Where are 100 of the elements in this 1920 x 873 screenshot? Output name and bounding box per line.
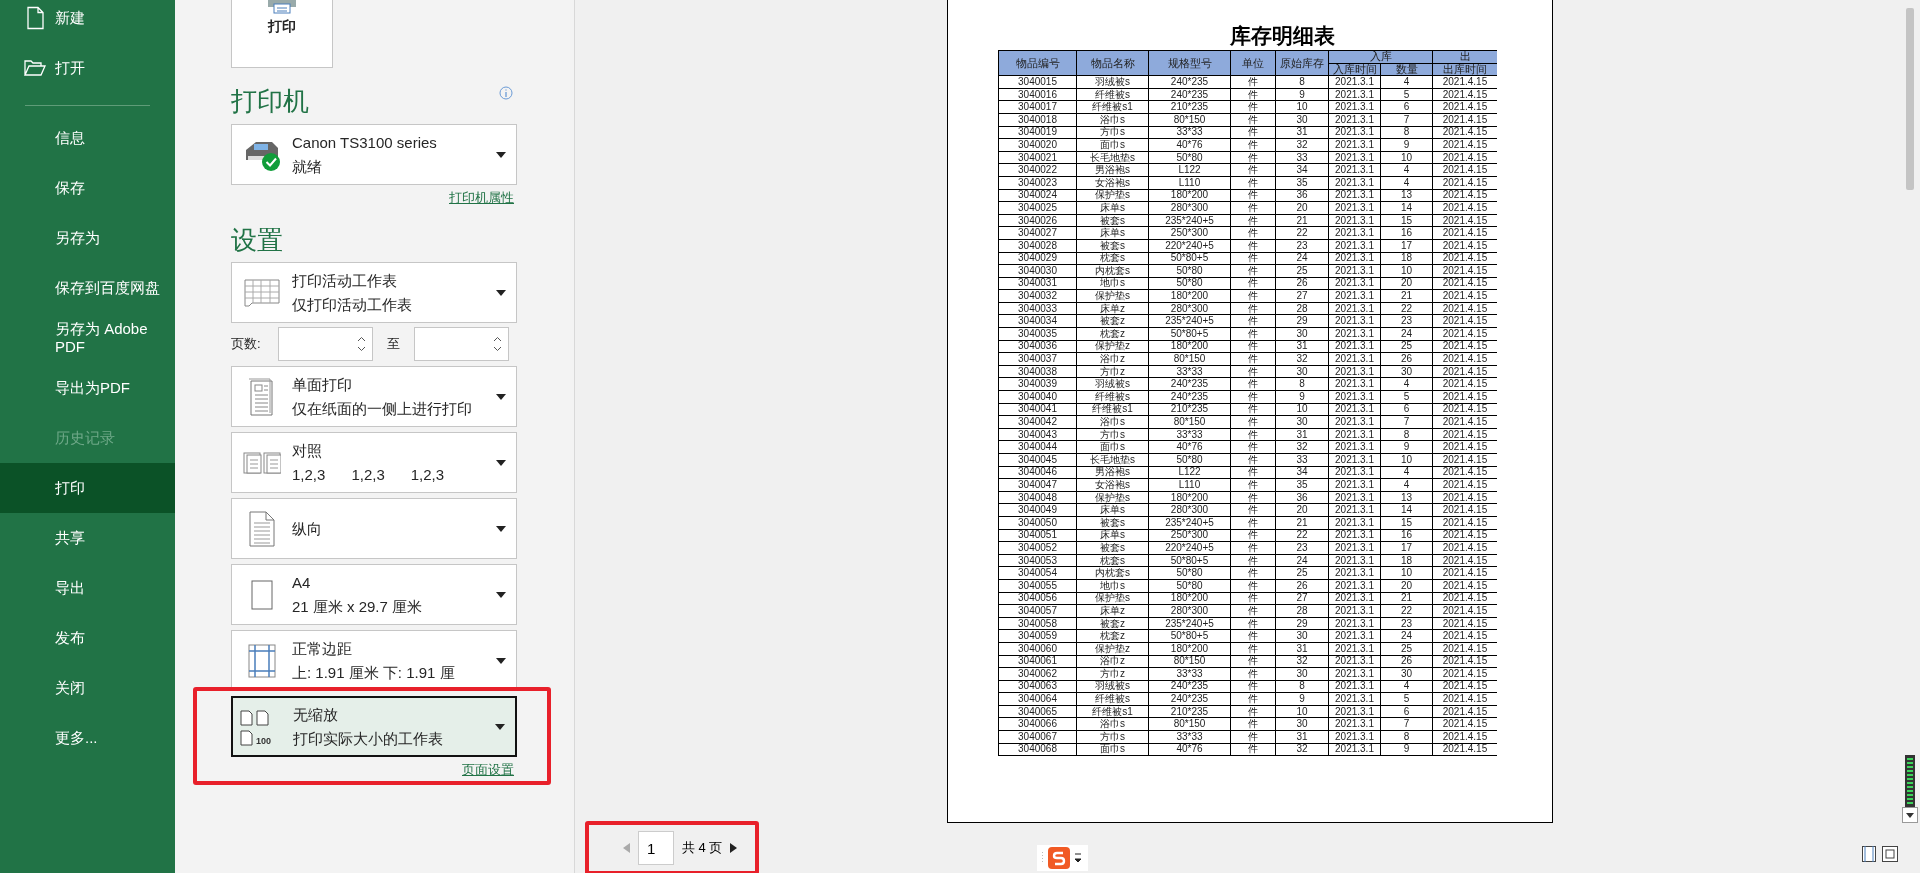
table-cell: 男浴袍s [1076, 163, 1149, 177]
table-cell: 22 [1275, 529, 1329, 542]
table-cell: 50*80 [1148, 151, 1231, 164]
table-cell: 26 [1380, 352, 1433, 366]
table-cell: 件 [1230, 415, 1276, 429]
column-group-header: 入库 [1328, 50, 1433, 64]
table-cell: 2021.4.15 [1432, 491, 1497, 504]
table-cell: 3040054 [998, 566, 1077, 580]
table-cell: 23 [1275, 541, 1329, 555]
sidebar-item[interactable]: 发布 [0, 613, 175, 663]
table-cell: 3040017 [998, 100, 1077, 114]
table-cell: 15 [1380, 214, 1433, 227]
scroll-down-icon[interactable] [1902, 807, 1918, 823]
sidebar-item[interactable]: 保存到百度网盘 [0, 263, 175, 313]
table-cell: 3040063 [998, 680, 1077, 693]
table-cell: 2021.4.15 [1432, 642, 1497, 655]
table-cell: 31 [1275, 730, 1329, 744]
sheet-grid-icon [244, 278, 280, 307]
table-cell: 50*80 [1148, 264, 1231, 278]
sidebar-item[interactable]: 信息 [0, 113, 175, 163]
table-cell: 250*300 [1148, 226, 1231, 240]
table-cell: 床单s [1076, 529, 1149, 542]
table-cell: 2021.4.15 [1432, 189, 1497, 202]
scrollbar-thumb[interactable] [1906, 8, 1914, 190]
table-cell: 2021.4.15 [1432, 403, 1497, 416]
sidebar-item[interactable]: 导出 [0, 563, 175, 613]
page-number-field[interactable] [414, 327, 509, 361]
table-cell: 180*200 [1148, 189, 1231, 202]
show-margins-icon[interactable] [1862, 846, 1876, 862]
sidebar-item[interactable]: 关闭 [0, 663, 175, 713]
table-cell: 10 [1380, 264, 1433, 278]
document-icon [24, 6, 46, 30]
next-page-icon[interactable] [730, 843, 738, 853]
settings-dropdown[interactable]: 纵向 [231, 498, 517, 559]
table-cell: 9 [1275, 88, 1329, 101]
dropdown-caret-icon[interactable] [1074, 852, 1083, 864]
table-cell: 2021.4.15 [1432, 604, 1497, 618]
page-number-field[interactable] [278, 327, 373, 361]
table-cell: 2021.3.1 [1328, 717, 1381, 731]
table-cell: 30 [1380, 667, 1433, 681]
table-cell: 3040019 [998, 126, 1077, 139]
sidebar-item[interactable]: 另存为 [0, 213, 175, 263]
sidebar-item[interactable]: 新建 [0, 0, 175, 43]
table-cell: 件 [1230, 629, 1276, 643]
table-cell: 2021.4.15 [1432, 541, 1497, 555]
table-cell: 40*76 [1148, 138, 1231, 152]
sidebar-item[interactable]: 导出为PDF [0, 363, 175, 413]
sidebar-item[interactable]: 共享 [0, 513, 175, 563]
table-cell: 240*235 [1148, 75, 1231, 89]
table-cell: 2021.4.15 [1432, 214, 1497, 227]
previous-page-icon[interactable] [623, 843, 630, 853]
page-number-field[interactable]: 1 [638, 831, 674, 865]
zoom-to-page-icon[interactable] [1882, 846, 1898, 862]
table-cell: 件 [1230, 151, 1276, 164]
printer-properties-link[interactable]: 打印机属性 [449, 189, 514, 207]
printer-dropdown[interactable]: Canon TS3100 series 就绪 [231, 124, 517, 185]
settings-dropdown[interactable]: A4 21 厘米 x 29.7 厘米 [231, 564, 517, 625]
table-cell: 2021.4.15 [1432, 529, 1497, 542]
sidebar-item[interactable]: 保存 [0, 163, 175, 213]
sidebar-item[interactable]: 打开 [0, 43, 175, 93]
table-cell: 2021.3.1 [1328, 403, 1381, 416]
settings-dropdown[interactable]: 100 无缩放 打印实际大小的工作表 [231, 696, 517, 757]
table-cell: 2021.3.1 [1328, 466, 1381, 479]
stacked-pages-icon [243, 451, 281, 474]
table-cell: 浴巾z [1076, 352, 1149, 366]
table-cell: 件 [1230, 705, 1276, 718]
table-cell: 件 [1230, 113, 1276, 127]
table-cell: 件 [1230, 428, 1276, 441]
table-cell: 2021.4.15 [1432, 277, 1497, 290]
sidebar-item[interactable]: 打印 [0, 463, 175, 513]
settings-dropdown[interactable]: 对照 1,2,3 1,2,3 1,2,3 [231, 432, 517, 493]
table-cell: 4 [1380, 176, 1433, 190]
table-cell: 3040020 [998, 138, 1077, 152]
field-label: 页数: [231, 335, 262, 353]
table-cell: 件 [1230, 390, 1276, 404]
input-method-logo-icon[interactable] [1048, 847, 1071, 869]
table-cell: 内枕套s [1076, 264, 1149, 278]
print-button[interactable]: 打印 [231, 0, 333, 68]
table-cell: 23 [1380, 617, 1433, 630]
table-cell: 3040037 [998, 352, 1077, 366]
sidebar-item[interactable]: 更多... [0, 713, 175, 763]
page-margins-icon [248, 643, 276, 678]
table-cell: 2021.4.15 [1432, 390, 1497, 404]
table-cell: 件 [1230, 88, 1276, 101]
table-cell: 枕套z [1076, 327, 1149, 341]
table-cell: 27 [1275, 592, 1329, 605]
table-cell: 30 [1275, 415, 1329, 429]
table-cell: 3040036 [998, 340, 1077, 353]
info-icon[interactable] [499, 86, 513, 100]
page-icon [256, 709, 269, 726]
table-cell: 件 [1230, 466, 1276, 479]
table-cell: 件 [1230, 75, 1276, 89]
settings-dropdown[interactable]: 打印活动工作表 仅打印活动工作表 [231, 262, 517, 323]
level-meter-icon [1905, 755, 1915, 807]
table-cell: 3040029 [998, 252, 1077, 265]
table-cell: 22 [1275, 226, 1329, 240]
table-cell: L110 [1148, 176, 1231, 190]
settings-dropdown[interactable]: 单面打印 仅在纸面的一侧上进行打印 [231, 366, 517, 427]
sidebar-item[interactable]: 另存为 Adobe PDF [0, 313, 175, 363]
page-setup-link[interactable]: 页面设置 [462, 761, 514, 779]
